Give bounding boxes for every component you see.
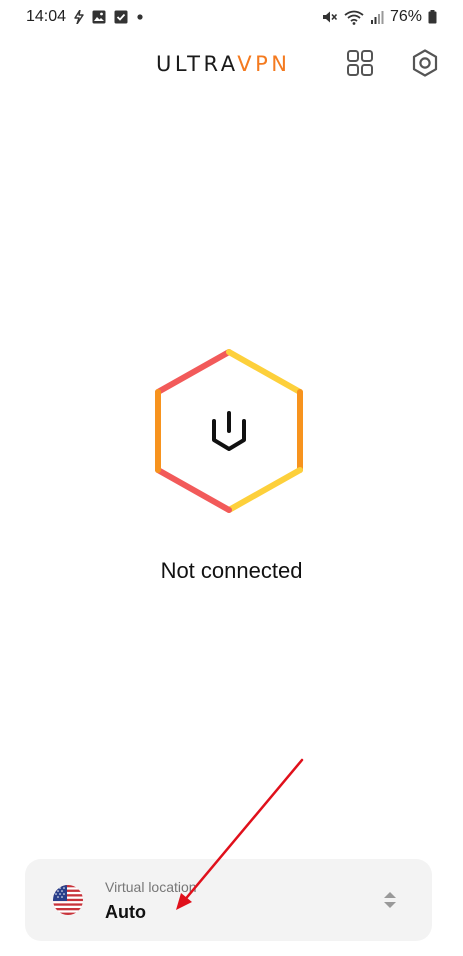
connect-power-button[interactable] (152, 348, 306, 514)
status-bar: 14:04 76% (0, 0, 463, 34)
battery-icon (428, 10, 437, 24)
virtual-location-value: Auto (105, 902, 146, 922)
hexagon-ring (155, 349, 303, 513)
settings-hexagon-icon (412, 49, 438, 77)
signal-icon (370, 11, 384, 24)
status-left-icons (74, 10, 144, 24)
settings-button[interactable] (408, 46, 442, 80)
virtual-location-label: Virtual location (105, 879, 197, 895)
brand-logo: ULTRAVPN (156, 52, 291, 76)
app-header: ULTRAVPN (0, 40, 463, 86)
status-right-icons: 76% (322, 8, 437, 26)
status-time: 14:04 (26, 8, 67, 25)
image-icon (92, 10, 106, 24)
power-icon (212, 411, 246, 451)
checkbox-icon (114, 10, 128, 24)
brand-suffix: VPN (237, 52, 291, 76)
us-flag-icon (53, 885, 83, 915)
mute-icon (322, 11, 338, 23)
apps-grid-button[interactable] (343, 46, 377, 80)
battery-percent: 76% (389, 8, 422, 25)
brand-prefix: ULTRA (156, 52, 238, 76)
dot-icon (137, 14, 143, 20)
wifi-icon (344, 10, 364, 25)
flash-icon (74, 10, 84, 24)
apps-grid-icon (347, 50, 373, 76)
virtual-location-selector[interactable]: Virtual location Auto (25, 859, 432, 941)
up-down-chevron-icon (384, 892, 396, 908)
connection-status-text: Not connected (160, 558, 303, 583)
